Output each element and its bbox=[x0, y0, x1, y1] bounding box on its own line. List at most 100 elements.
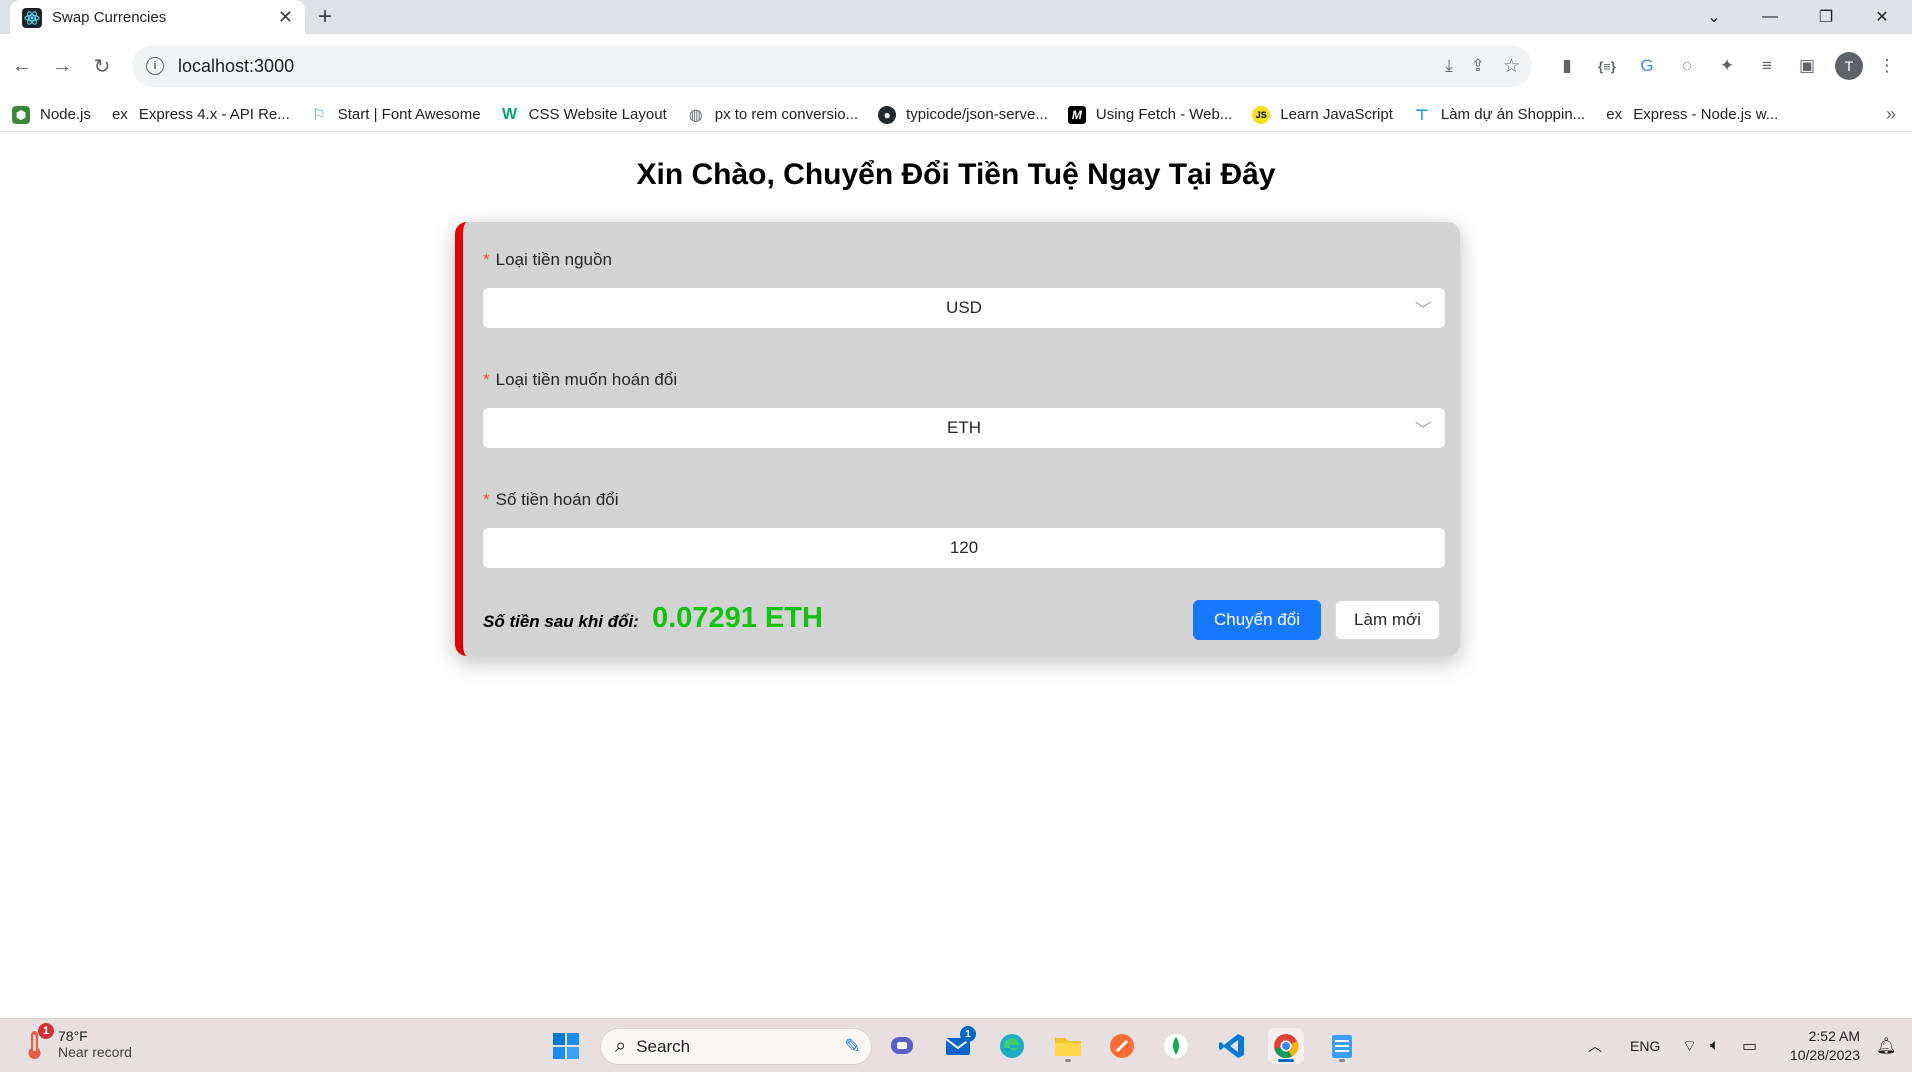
close-tab-icon[interactable]: ✕ bbox=[278, 7, 293, 28]
taskbar-search[interactable]: ⌕ Search ✎ bbox=[600, 1028, 872, 1065]
system-clock[interactable]: 2:52 AM 10/28/2023 bbox=[1780, 1027, 1860, 1065]
browser-toolbar: ← → ↻ i localhost:3000 ⤓ ⇪ ☆ ▮ {≡} G ◌ ✦… bbox=[0, 34, 1912, 98]
notepad-icon[interactable] bbox=[1324, 1028, 1360, 1064]
js-icon: JS bbox=[1252, 105, 1271, 124]
weather-alert-badge: 1 bbox=[38, 1023, 54, 1039]
battery-icon[interactable]: ▭ bbox=[1742, 1019, 1757, 1072]
mail-icon[interactable]: 1 bbox=[940, 1026, 976, 1064]
amount-input[interactable] bbox=[483, 528, 1445, 568]
bookmark-item[interactable]: ◍ px to rem conversio... bbox=[687, 106, 858, 124]
bookmark-item[interactable]: ex Express - Node.js w... bbox=[1605, 106, 1778, 124]
express-icon: ex bbox=[1606, 106, 1623, 123]
reload-icon[interactable]: ↻ bbox=[84, 48, 120, 84]
address-bar[interactable]: i localhost:3000 ⤓ ⇪ ☆ bbox=[132, 45, 1532, 87]
page-title: Xin Chào, Chuyển Đổi Tiền Tuệ Ngay Tại Đ… bbox=[636, 158, 1276, 191]
flag-icon: ⚐ bbox=[311, 106, 326, 124]
restore-icon[interactable]: ❐ bbox=[1798, 0, 1854, 34]
close-window-icon[interactable]: ✕ bbox=[1854, 0, 1910, 34]
convert-button[interactable]: Chuyển đổi bbox=[1193, 600, 1321, 640]
bookmark-item[interactable]: ⊤ Làm dự án Shoppin... bbox=[1413, 106, 1585, 124]
nodejs-icon: ⬢ bbox=[12, 105, 30, 124]
source-currency-value: USD bbox=[946, 298, 982, 317]
target-label-text: Loại tiền muốn hoán đổi bbox=[495, 370, 678, 389]
bookmark-label: Express - Node.js w... bbox=[1633, 106, 1779, 123]
bookmark-item[interactable]: JS Learn JavaScript bbox=[1252, 105, 1393, 124]
tab-search-icon[interactable]: ⌄ bbox=[1686, 0, 1742, 34]
file-explorer-icon[interactable] bbox=[1050, 1028, 1086, 1064]
search-label: Search bbox=[636, 1036, 691, 1056]
reading-list-icon[interactable]: ≡ bbox=[1750, 48, 1784, 84]
profile-avatar[interactable]: T bbox=[1835, 52, 1863, 80]
amount-label: * Số tiền hoán đổi bbox=[483, 490, 619, 510]
mongodb-compass-icon[interactable] bbox=[1158, 1028, 1194, 1064]
bookmark-label: Using Fetch - Web... bbox=[1095, 106, 1233, 123]
more-bookmarks-icon[interactable]: » bbox=[1886, 104, 1896, 125]
reset-button[interactable]: Làm mới bbox=[1335, 600, 1440, 640]
translate-icon[interactable]: G bbox=[1630, 48, 1664, 84]
install-icon[interactable]: ⤓ bbox=[1445, 56, 1453, 76]
weather-desc-text: Near record bbox=[58, 1044, 132, 1060]
share-icon[interactable]: ⇪ bbox=[1471, 56, 1485, 76]
bookmarks-bar: ⬢ Node.js ex Express 4.x - API Re... ⚐ S… bbox=[0, 98, 1912, 132]
side-panel-icon[interactable]: ▣ bbox=[1790, 48, 1824, 84]
edge-icon[interactable] bbox=[994, 1028, 1030, 1064]
back-icon[interactable]: ← bbox=[4, 48, 40, 84]
extension-circle-icon[interactable]: ◌ bbox=[1670, 48, 1704, 84]
puzzle-icon[interactable]: ✦ bbox=[1710, 48, 1744, 84]
language-indicator[interactable]: ENG bbox=[1630, 1019, 1660, 1072]
bookmark-item[interactable]: ⬢ Node.js bbox=[12, 105, 91, 124]
bookmark-item[interactable]: ex Express 4.x - API Re... bbox=[111, 106, 290, 124]
tab-title: Swap Currencies bbox=[52, 9, 167, 26]
chrome-icon[interactable] bbox=[1268, 1028, 1304, 1064]
mail-badge: 1 bbox=[960, 1026, 976, 1042]
active-indicator bbox=[1278, 1059, 1294, 1062]
weather-widget[interactable]: 1 78°F Near record bbox=[20, 1023, 132, 1061]
volume-icon[interactable]: 🔈︎ bbox=[1710, 1019, 1720, 1072]
bookmark-label: Node.js bbox=[40, 106, 91, 123]
search-highlight-icon: ✎ bbox=[844, 1036, 861, 1058]
postman-icon[interactable] bbox=[1104, 1028, 1140, 1064]
running-indicator bbox=[1065, 1059, 1071, 1062]
extension-icon[interactable]: ▮ bbox=[1550, 48, 1584, 84]
menu-kebab-icon[interactable]: ⋮ bbox=[1870, 48, 1904, 84]
chevron-down-icon: ﹀ bbox=[1414, 422, 1431, 439]
forward-icon[interactable]: → bbox=[44, 48, 80, 84]
source-currency-label: * Loại tiền nguồn bbox=[483, 250, 612, 270]
running-indicator bbox=[1339, 1059, 1345, 1062]
bookmark-label: Làm dự án Shoppin... bbox=[1440, 106, 1586, 123]
required-mark: * bbox=[483, 370, 490, 389]
browser-tab[interactable]: Swap Currencies ✕ bbox=[10, 0, 305, 35]
target-currency-label: * Loại tiền muốn hoán đổi bbox=[483, 370, 677, 390]
notification-bell-icon[interactable]: 🔔︎ bbox=[1876, 1019, 1896, 1072]
bookmark-item[interactable]: W CSS Website Layout bbox=[501, 106, 667, 124]
bookmark-label: CSS Website Layout bbox=[528, 106, 667, 123]
clock-time: 2:52 AM bbox=[1808, 1028, 1860, 1044]
teams-chat-icon[interactable] bbox=[884, 1028, 920, 1064]
site-info-icon[interactable]: i bbox=[146, 57, 164, 75]
wifi-icon[interactable]: ⌔ bbox=[1682, 1019, 1697, 1072]
bookmark-label: Express 4.x - API Re... bbox=[138, 106, 290, 123]
bookmark-star-icon[interactable]: ☆ bbox=[1503, 55, 1520, 78]
bookmark-item[interactable]: M Using Fetch - Web... bbox=[1067, 105, 1233, 124]
temperature-text: 78°F bbox=[58, 1028, 88, 1044]
tab-strip: Swap Currencies ✕ + ⌄ — ❐ ✕ bbox=[0, 0, 1912, 35]
bookmark-item[interactable]: ⚐ Start | Font Awesome bbox=[310, 106, 481, 124]
pin-icon: ⊤ bbox=[1415, 106, 1429, 124]
react-icon bbox=[22, 7, 42, 28]
bookmark-item[interactable]: ● typicode/json-serve... bbox=[878, 105, 1048, 124]
target-currency-select[interactable]: ETH ﹀ bbox=[483, 408, 1445, 448]
show-hidden-icons-icon[interactable]: ︿ bbox=[1588, 1019, 1602, 1072]
required-mark: * bbox=[483, 490, 490, 509]
thermometer-icon: 1 bbox=[20, 1023, 54, 1061]
bookmark-label: Start | Font Awesome bbox=[337, 106, 481, 123]
target-currency-value: ETH bbox=[947, 418, 981, 437]
w3schools-icon: W bbox=[502, 105, 518, 123]
url-text: localhost:3000 bbox=[178, 55, 295, 76]
bookmark-label: px to rem conversio... bbox=[714, 106, 859, 123]
start-windows-icon[interactable] bbox=[548, 1028, 584, 1064]
source-currency-select[interactable]: USD ﹀ bbox=[483, 288, 1445, 328]
vscode-icon[interactable] bbox=[1214, 1028, 1250, 1064]
minimize-icon[interactable]: — bbox=[1742, 0, 1798, 34]
new-tab-icon[interactable]: + bbox=[318, 3, 332, 31]
json-viewer-icon[interactable]: {≡} bbox=[1590, 48, 1624, 84]
